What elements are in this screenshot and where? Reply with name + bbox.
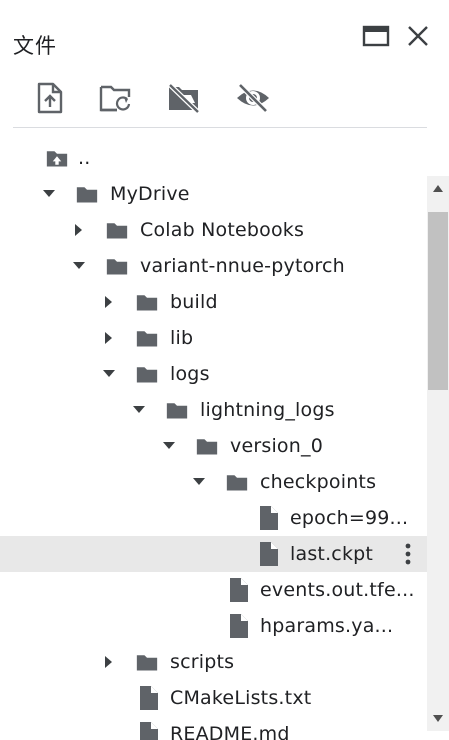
folder-icon [136, 327, 158, 349]
tree-item-label: CMakeLists.txt [170, 687, 312, 709]
maximize-window-icon [362, 25, 390, 47]
folder-icon [166, 399, 188, 421]
folder-icon [136, 291, 158, 313]
refresh-button[interactable] [96, 78, 136, 118]
folder-icon [226, 471, 248, 493]
tree-item-label: logs [170, 363, 210, 385]
upload-button[interactable] [30, 78, 70, 118]
maximize-button[interactable] [360, 20, 392, 52]
tree-row-last-ckpt[interactable]: last.ckpt [0, 536, 427, 572]
chevron-down-icon[interactable] [132, 403, 146, 417]
unmount-drive-button[interactable] [164, 78, 204, 118]
tree-item-label: Colab Notebooks [140, 219, 305, 241]
tree-row-scripts[interactable]: scripts [0, 644, 427, 680]
panel-title: 文件 [13, 34, 57, 58]
folder-icon [136, 651, 158, 673]
folder-icon [76, 183, 98, 205]
chevron-down-icon[interactable] [42, 187, 56, 201]
tree-row-colab-notebooks[interactable]: Colab Notebooks [0, 212, 427, 248]
refresh-folder-icon [99, 85, 131, 112]
tree-item-label: last.ckpt [290, 543, 374, 565]
file-icon [138, 722, 160, 740]
tree-row-cmakelists[interactable]: CMakeLists.txt [0, 680, 427, 716]
file-icon [258, 506, 280, 530]
chevron-right-icon[interactable] [102, 655, 116, 669]
tree-row-parent-dir[interactable]: .. [0, 140, 427, 176]
chevron-right-icon[interactable] [102, 295, 116, 309]
close-icon [408, 26, 428, 46]
chevron-down-icon[interactable] [162, 439, 176, 453]
tree-item-label: lightning_logs [200, 399, 335, 421]
folder-icon [136, 363, 158, 385]
scroll-down-arrow-icon [433, 715, 443, 722]
scroll-thumb[interactable] [428, 212, 448, 390]
tree-row-lightning-logs[interactable]: lightning_logs [0, 392, 427, 428]
parent-folder-icon [46, 147, 68, 169]
chevron-down-icon[interactable] [72, 259, 86, 273]
tree-item-label: checkpoints [260, 471, 377, 493]
drive-off-icon [168, 83, 200, 113]
tree-item-label: scripts [170, 651, 235, 673]
folder-icon [196, 435, 218, 457]
tree-item-label: .. [78, 147, 91, 169]
tree-row-events-file[interactable]: events.out.tfe... [0, 572, 427, 608]
tree-row-epoch-file[interactable]: epoch=99... [0, 500, 427, 536]
tree-item-label: lib [170, 327, 194, 349]
file-icon [138, 686, 160, 710]
tree-item-label: version_0 [230, 435, 323, 457]
scroll-up-button[interactable] [427, 176, 449, 200]
tree-row-readme[interactable]: README.md [0, 716, 427, 740]
tree-row-logs[interactable]: logs [0, 356, 427, 392]
tree-item-label: MyDrive [110, 183, 190, 205]
file-toolbar [0, 78, 449, 122]
chevron-right-icon[interactable] [72, 223, 86, 237]
scroll-up-arrow-icon [433, 185, 443, 192]
folder-icon [106, 255, 128, 277]
scrollbar[interactable] [427, 176, 449, 731]
chevron-down-icon[interactable] [102, 367, 116, 381]
tree-row-build[interactable]: build [0, 284, 427, 320]
tree-row-mydrive[interactable]: MyDrive [0, 176, 427, 212]
tree-item-label: README.md [170, 723, 290, 740]
file-tree: .. MyDrive Colab Notebooks variant-nnue-pyt… [0, 140, 427, 740]
tree-item-label: events.out.tfe... [260, 579, 415, 601]
tree-item-label: build [170, 291, 218, 313]
folder-icon [106, 219, 128, 241]
file-icon [228, 578, 250, 602]
scroll-down-button[interactable] [427, 707, 449, 731]
close-button[interactable] [402, 20, 434, 52]
tree-row-lib[interactable]: lib [0, 320, 427, 356]
hide-hidden-files-icon [237, 83, 269, 113]
upload-file-icon [37, 82, 63, 114]
tree-item-label: variant-nnue-pytorch [140, 255, 345, 277]
toggle-hidden-files-button[interactable] [233, 78, 273, 118]
chevron-down-icon[interactable] [192, 475, 206, 489]
tree-row-version-0[interactable]: version_0 [0, 428, 427, 464]
tree-item-label: epoch=99... [290, 507, 409, 529]
tree-row-variant-nnue-pytorch[interactable]: variant-nnue-pytorch [0, 248, 427, 284]
more-options-icon[interactable] [398, 539, 418, 569]
tree-row-checkpoints[interactable]: checkpoints [0, 464, 427, 500]
panel-header: 文件 [0, 0, 449, 80]
chevron-right-icon[interactable] [102, 331, 116, 345]
divider [13, 127, 427, 128]
tree-item-label: hparams.ya... [260, 615, 394, 637]
tree-row-hparams-file[interactable]: hparams.ya... [0, 608, 427, 644]
file-icon [258, 542, 280, 566]
file-icon [228, 614, 250, 638]
